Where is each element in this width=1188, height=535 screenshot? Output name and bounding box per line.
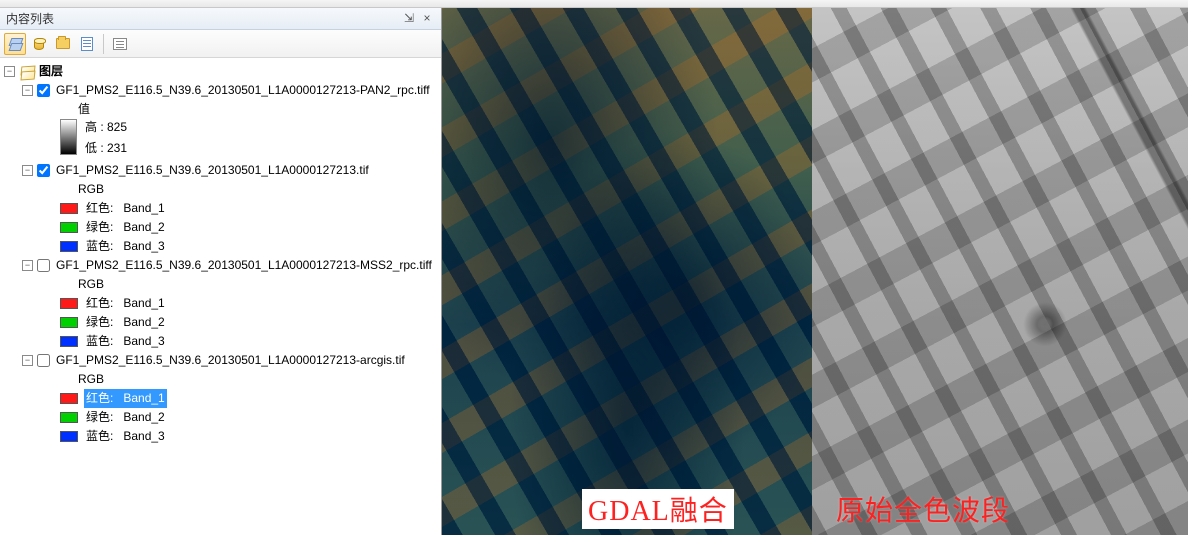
fused-color-imagery <box>442 8 812 535</box>
left-annotation-label: GDAL融合 <box>582 489 734 529</box>
band-color-swatch[interactable] <box>60 393 78 404</box>
render-header: 值 <box>76 100 92 119</box>
band-color-swatch[interactable] <box>60 203 78 214</box>
layers-root-label[interactable]: 图层 <box>37 62 65 81</box>
toolbar-separator <box>103 34 104 54</box>
toc-options-button[interactable] <box>109 33 131 55</box>
toc-titlebar[interactable]: 内容列表 ⇲ × <box>0 8 441 30</box>
map-right-pane[interactable]: 原始全色波段 <box>812 8 1188 535</box>
band-label[interactable]: 蓝色: Band_3 <box>84 332 167 351</box>
expand-toggle[interactable]: − <box>22 260 33 271</box>
band-label[interactable]: 绿色: Band_2 <box>84 408 167 427</box>
list-by-selection-button[interactable] <box>76 33 98 55</box>
stretch-low: 低 : 231 <box>85 140 127 157</box>
layer-name[interactable]: GF1_PMS2_E116.5_N39.6_20130501_L1A000012… <box>54 256 434 275</box>
layer-visibility-checkbox[interactable] <box>37 164 50 177</box>
panchromatic-imagery <box>812 8 1188 535</box>
layer-visibility-checkbox[interactable] <box>37 354 50 367</box>
band-label[interactable]: 红色: Band_1 <box>84 199 167 218</box>
layer-name[interactable]: GF1_PMS2_E116.5_N39.6_20130501_L1A000012… <box>54 81 432 100</box>
render-header: RGB <box>76 180 106 199</box>
band-color-swatch[interactable] <box>60 222 78 233</box>
grayscale-ramp-swatch[interactable] <box>60 119 77 155</box>
layer-name[interactable]: GF1_PMS2_E116.5_N39.6_20130501_L1A000012… <box>54 161 371 180</box>
map-viewport[interactable]: GDAL融合 原始全色波段 <box>442 8 1188 535</box>
layers-icon <box>8 37 22 51</box>
band-label[interactable]: 蓝色: Band_3 <box>84 427 167 446</box>
list-by-visibility-button[interactable] <box>52 33 74 55</box>
toc-close-button[interactable]: × <box>419 11 435 27</box>
table-of-contents-panel: 内容列表 ⇲ × −图层−GF1_PMS2_E116.5_N39.6_20130… <box>0 8 442 535</box>
stretch-high: 高 : 825 <box>85 119 127 136</box>
layer-visibility-checkbox[interactable] <box>37 259 50 272</box>
expand-toggle[interactable]: − <box>22 85 33 96</box>
layer-tree[interactable]: −图层−GF1_PMS2_E116.5_N39.6_20130501_L1A00… <box>0 58 441 535</box>
band-color-swatch[interactable] <box>60 241 78 252</box>
list-by-drawing-order-button[interactable] <box>4 33 26 55</box>
layer-visibility-checkbox[interactable] <box>37 84 50 97</box>
band-label[interactable]: 绿色: Band_2 <box>84 313 167 332</box>
expand-toggle[interactable]: − <box>4 66 15 77</box>
options-icon <box>113 38 127 50</box>
database-icon <box>34 38 44 50</box>
band-color-swatch[interactable] <box>60 298 78 309</box>
render-header: RGB <box>76 370 106 389</box>
band-color-swatch[interactable] <box>60 431 78 442</box>
layer-name[interactable]: GF1_PMS2_E116.5_N39.6_20130501_L1A000012… <box>54 351 407 370</box>
list-by-source-button[interactable] <box>28 33 50 55</box>
expand-toggle[interactable]: − <box>22 355 33 366</box>
band-label[interactable]: 绿色: Band_2 <box>84 218 167 237</box>
expand-toggle[interactable]: − <box>22 165 33 176</box>
toc-toolbar <box>0 30 441 58</box>
band-color-swatch[interactable] <box>60 317 78 328</box>
right-annotation-label: 原始全色波段 <box>836 489 1010 529</box>
band-label[interactable]: 红色: Band_1 <box>84 294 167 313</box>
toc-title: 内容列表 <box>6 10 399 27</box>
folder-icon <box>56 38 70 49</box>
band-color-swatch[interactable] <box>60 412 78 423</box>
render-header: RGB <box>76 275 106 294</box>
app-top-toolbar <box>0 0 1188 8</box>
toc-pin-button[interactable]: ⇲ <box>401 11 417 27</box>
band-label[interactable]: 蓝色: Band_3 <box>84 237 167 256</box>
band-label[interactable]: 红色: Band_1 <box>84 389 167 408</box>
band-color-swatch[interactable] <box>60 336 78 347</box>
sheet-icon <box>81 37 93 51</box>
layers-root-icon <box>19 65 35 79</box>
map-left-pane[interactable]: GDAL融合 <box>442 8 812 535</box>
